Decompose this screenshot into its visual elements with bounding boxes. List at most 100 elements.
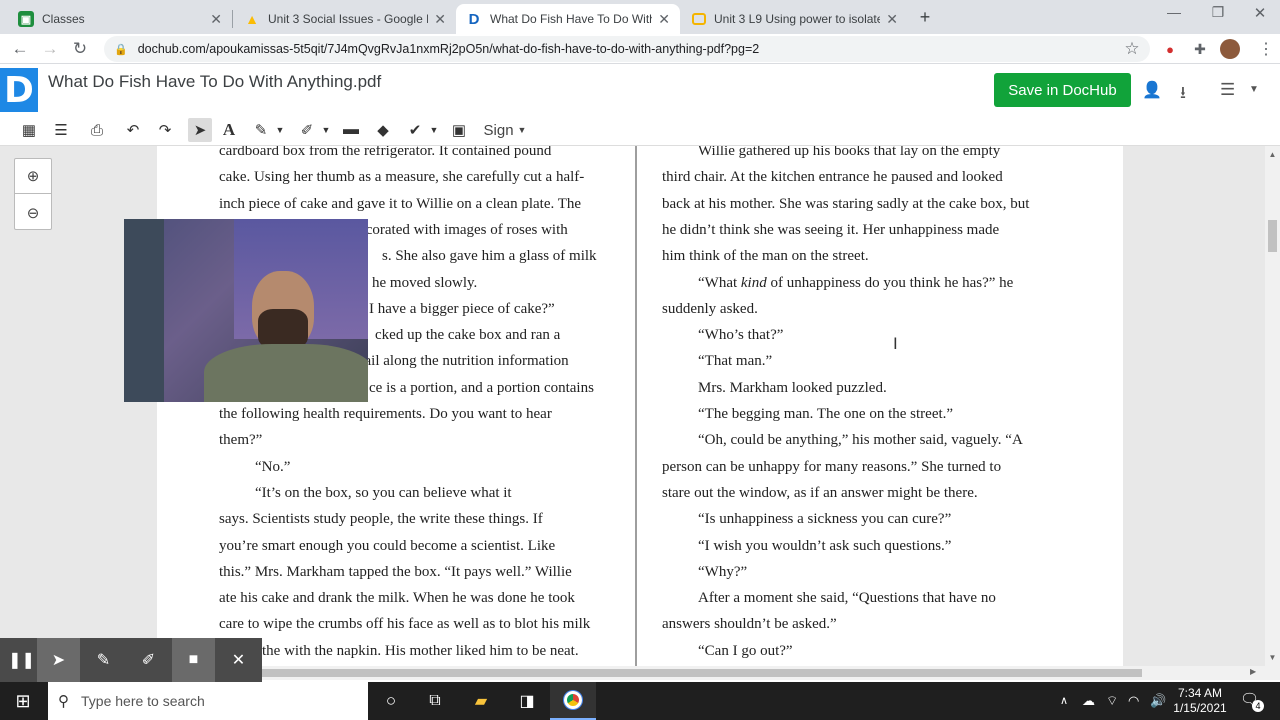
- chevron-down-icon[interactable]: ▼: [428, 118, 440, 142]
- chevron-down-icon[interactable]: ▼: [320, 118, 332, 142]
- camera-icon[interactable]: ■: [172, 638, 215, 682]
- close-tab-icon[interactable]: ✕: [210, 11, 222, 28]
- scroll-up-arrow-icon[interactable]: ▲: [1266, 150, 1279, 159]
- forward-arrow-icon[interactable]: →: [36, 34, 64, 64]
- browser-menu-icon[interactable]: ⋮: [1252, 34, 1280, 64]
- tray-chevron-up-icon[interactable]: ∧: [1060, 694, 1068, 707]
- minimize-icon[interactable]: —: [1162, 4, 1186, 26]
- zoom-in-icon[interactable]: ⊕: [15, 159, 51, 194]
- classroom-icon: ▣: [18, 11, 34, 27]
- page-right-line: stare out the window, as if an answer mi…: [662, 480, 978, 506]
- tab-dochub-active[interactable]: D What Do Fish Have To Do With Anything …: [456, 4, 680, 34]
- network-icon[interactable]: ⌔: [1106, 693, 1118, 709]
- store-bag-icon[interactable]: ◨: [504, 682, 550, 720]
- tab-separator: [232, 10, 233, 28]
- chevron-down-icon[interactable]: ▼: [274, 118, 286, 142]
- page-left-line: this.” Mrs. Markham tapped the box. “It …: [219, 563, 572, 580]
- wifi-icon[interactable]: ◠: [1128, 693, 1139, 709]
- window-close-icon[interactable]: ✕: [1248, 4, 1272, 26]
- lock-icon: 🔒: [114, 43, 128, 56]
- pen-icon[interactable]: ✎: [82, 638, 125, 682]
- checkmark-icon[interactable]: ✔: [404, 118, 426, 142]
- file-explorer-icon[interactable]: ▰: [458, 682, 504, 720]
- page-right-line: Mrs. Markham looked puzzled.: [698, 375, 887, 401]
- scroll-right-arrow-icon[interactable]: ▶: [1250, 667, 1256, 676]
- page-right-line: suddenly asked.: [662, 296, 758, 322]
- text-tool-icon[interactable]: A: [218, 118, 240, 142]
- scrollbar-thumb[interactable]: [262, 669, 1142, 677]
- page-right-line: “Why?”: [698, 559, 747, 585]
- redo-icon[interactable]: ↷: [154, 118, 176, 142]
- close-icon[interactable]: ✕: [217, 638, 260, 682]
- line-segment: stare out the window, as if an answer mi…: [662, 484, 978, 501]
- document-title[interactable]: What Do Fish Have To Do With Anything.pd…: [48, 72, 381, 92]
- onedrive-cloud-icon[interactable]: ☁: [1082, 693, 1095, 709]
- line-segment: answers shouldn’t be asked.”: [662, 616, 837, 633]
- sign-dropdown[interactable]: Sign ▼: [482, 118, 528, 142]
- taskbar-search-input[interactable]: ⚲ Type here to search: [48, 682, 368, 720]
- chevron-down-icon[interactable]: ▼: [1249, 84, 1259, 95]
- extensions-puzzle-icon[interactable]: ✚: [1186, 34, 1214, 64]
- close-tab-icon[interactable]: ✕: [434, 11, 446, 28]
- dochub-logo[interactable]: D: [0, 68, 38, 112]
- url-omnibox[interactable]: 🔒 dochub.com/apoukamissas-5t5qit/7J4mQvg…: [104, 36, 1150, 62]
- select-pointer-icon[interactable]: ➤: [188, 118, 212, 142]
- eraser-icon[interactable]: ◆: [372, 118, 394, 142]
- zoom-out-icon[interactable]: ⊖: [15, 195, 51, 230]
- line-segment: he didn’t think she was seeing it. Her u…: [662, 221, 1000, 238]
- page-left-line: ate his cake and drank the milk. When he…: [219, 590, 575, 607]
- notification-count-badge: 4: [1252, 700, 1264, 712]
- line-segment: “Oh, could be anything,” his mother said…: [698, 432, 1023, 449]
- dochub-icon: D: [468, 10, 480, 28]
- windows-start-icon[interactable]: ⊞: [0, 682, 46, 720]
- page-left-line: nail along the nutrition information: [357, 353, 569, 370]
- italic-word: kind: [740, 274, 767, 291]
- video-background-shadow: [124, 219, 164, 402]
- extension-record-icon[interactable]: ●: [1156, 34, 1184, 64]
- new-tab-plus-icon[interactable]: +: [914, 6, 936, 28]
- page-right-line: “The begging man. The one on the street.…: [698, 401, 953, 427]
- profile-avatar[interactable]: [1220, 39, 1240, 59]
- tab-classes[interactable]: ▣ Classes ✕: [8, 4, 232, 34]
- drive-icon: ▲: [245, 11, 259, 27]
- comment-icon[interactable]: ▬: [340, 118, 362, 142]
- add-person-icon[interactable]: 👤: [1142, 80, 1162, 100]
- cursor-pointer-icon[interactable]: ➤: [37, 638, 80, 682]
- page-right-line: person can be unhappy for many reasons.”…: [662, 454, 1001, 480]
- maximize-icon[interactable]: ❐: [1206, 4, 1230, 26]
- highlighter-icon[interactable]: ✐: [127, 638, 170, 682]
- task-view-icon[interactable]: ⧉: [412, 682, 458, 720]
- vertical-scrollbar[interactable]: ▲ ▼: [1265, 146, 1280, 666]
- tab-slides[interactable]: Unit 3 L9 Using power to isolate ✕: [682, 4, 908, 34]
- search-icon: ⚲: [58, 693, 69, 710]
- save-in-dochub-button[interactable]: Save in DocHub: [994, 73, 1131, 107]
- image-insert-icon[interactable]: ▣: [448, 118, 470, 142]
- page-left-line: s. She also gave him a glass of milk: [382, 248, 597, 265]
- pen-draw-icon[interactable]: ✎: [250, 118, 272, 142]
- reload-icon[interactable]: ↻: [66, 34, 94, 64]
- outline-list-icon[interactable]: ☰: [50, 118, 72, 142]
- clock-date: 1/15/2021: [1173, 701, 1227, 715]
- close-tab-icon[interactable]: ✕: [658, 11, 670, 28]
- volume-icon[interactable]: 🔊: [1150, 693, 1166, 709]
- page-right-line: “Oh, could be anything,” his mother said…: [698, 427, 1023, 453]
- page-left-line: he moved slowly.: [372, 274, 478, 291]
- highlighter-icon[interactable]: ✐: [296, 118, 318, 142]
- webcam-video-overlay[interactable]: [124, 219, 368, 402]
- download-icon[interactable]: ⭳: [1180, 80, 1186, 109]
- back-arrow-icon[interactable]: ←: [6, 34, 34, 64]
- system-clock[interactable]: 7:34 AM 1/15/2021: [1166, 686, 1234, 716]
- chrome-taskbar-icon[interactable]: [550, 682, 596, 720]
- close-tab-icon[interactable]: ✕: [886, 11, 898, 28]
- print-icon[interactable]: ⎙: [86, 118, 108, 142]
- scroll-down-arrow-icon[interactable]: ▼: [1266, 653, 1279, 662]
- menu-hamburger-icon[interactable]: ☰: [1220, 80, 1235, 100]
- bookmark-star-icon[interactable]: ☆: [1118, 34, 1146, 64]
- cortana-circle-icon[interactable]: ○: [368, 682, 414, 720]
- undo-icon[interactable]: ↶: [122, 118, 144, 142]
- tab-google-drive[interactable]: ▲ Unit 3 Social Issues - Google Drive ✕: [234, 4, 456, 34]
- page-left-line: at decorated with images of roses with: [337, 221, 568, 238]
- line-segment: “Why?”: [698, 563, 748, 580]
- scrollbar-thumb[interactable]: [1268, 220, 1277, 252]
- thumbnails-grid-icon[interactable]: ▦: [18, 118, 40, 142]
